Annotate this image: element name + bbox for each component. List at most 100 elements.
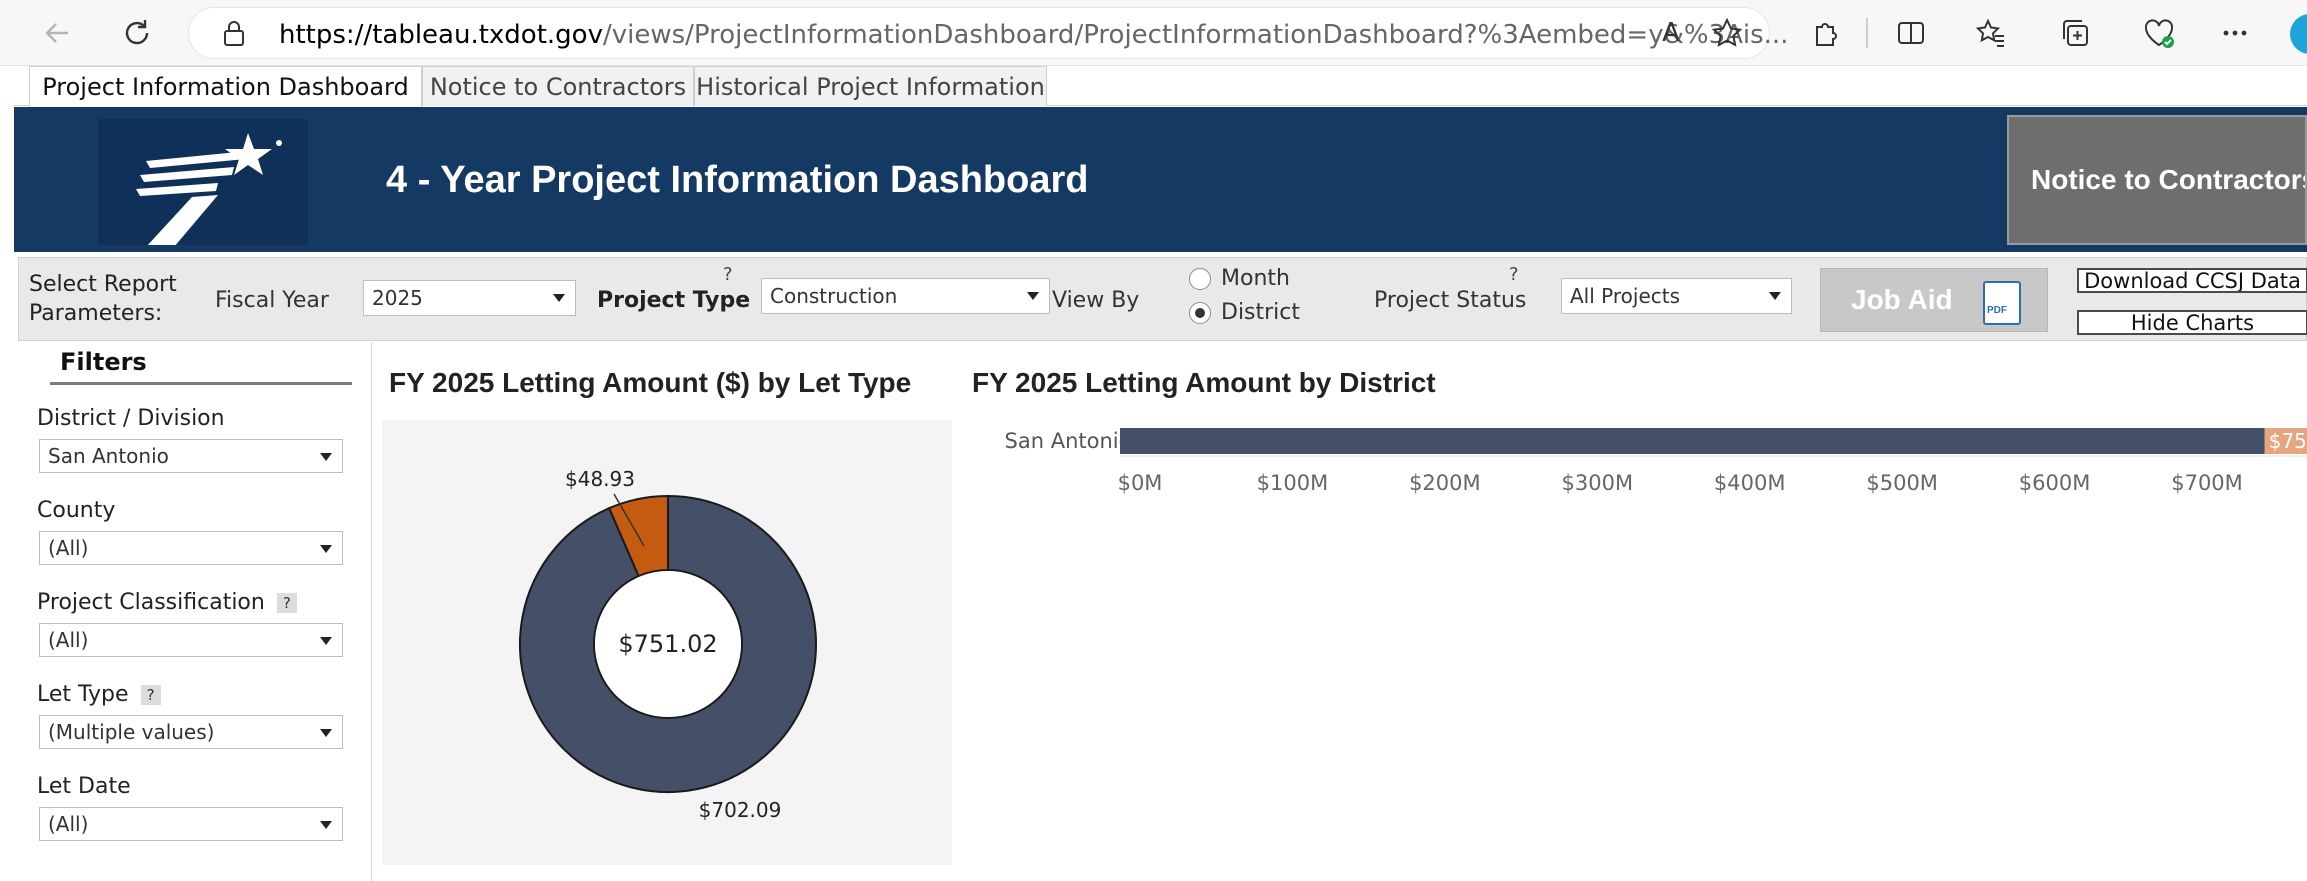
district-division-label: District / Division bbox=[37, 406, 225, 431]
let-date-select[interactable]: (All) bbox=[39, 807, 343, 841]
district-chart-title: FY 2025 Letting Amount by District bbox=[972, 367, 1436, 398]
toolbar-divider bbox=[1866, 18, 1868, 48]
fiscal-year-label: Fiscal Year bbox=[215, 288, 329, 313]
x-tick-label: $700M bbox=[2171, 471, 2243, 495]
let-type-label: Let Type bbox=[37, 682, 129, 707]
browser-toolbar: https://tableau.txdot.gov/views/ProjectI… bbox=[0, 0, 2307, 66]
url-path: /views/ProjectInformationDashboard/Proje… bbox=[602, 20, 1789, 50]
lock-icon[interactable] bbox=[221, 20, 247, 52]
let-date-label: Let Date bbox=[37, 774, 131, 799]
back-icon[interactable] bbox=[34, 10, 80, 56]
project-status-label: Project Status bbox=[1374, 288, 1527, 313]
project-type-label: Project Type bbox=[597, 288, 751, 313]
extensions-icon[interactable] bbox=[1804, 12, 1846, 54]
project-type-select[interactable]: Construction bbox=[761, 278, 1050, 314]
browser-essentials-icon[interactable] bbox=[2138, 12, 2180, 54]
donut-center-label: $751.02 bbox=[618, 630, 717, 658]
let-date-value: (All) bbox=[48, 812, 89, 836]
select-report-label-line2: Parameters: bbox=[29, 301, 163, 326]
tab-notice-to-contractors[interactable]: Notice to Contractors bbox=[422, 66, 694, 106]
x-tick-label: $200M bbox=[1409, 471, 1481, 495]
let-type-label-row: Let Type? bbox=[37, 682, 161, 707]
copilot-icon[interactable] bbox=[2290, 14, 2307, 54]
view-by-month-label[interactable]: Month bbox=[1221, 266, 1290, 291]
favorite-star-icon[interactable] bbox=[1706, 12, 1748, 54]
chevron-down-icon bbox=[553, 294, 565, 302]
chevron-down-icon bbox=[320, 821, 332, 829]
fiscal-year-select[interactable]: 2025 bbox=[363, 280, 576, 316]
project-status-select[interactable]: All Projects bbox=[1561, 278, 1792, 314]
job-aid-label: Job Aid bbox=[1851, 284, 1953, 315]
pdf-icon: PDF bbox=[1983, 281, 2021, 325]
url-domain: https://tableau.txdot.gov bbox=[279, 20, 603, 50]
tab-project-information-dashboard[interactable]: Project Information Dashboard bbox=[29, 66, 422, 107]
filters-panel: Filters District / Division San Antonio … bbox=[14, 342, 372, 881]
project-type-value: Construction bbox=[770, 284, 898, 308]
let-type-help-icon[interactable]: ? bbox=[140, 685, 161, 705]
let-type-select[interactable]: (Multiple values) bbox=[39, 715, 343, 749]
view-by-district-radio[interactable] bbox=[1189, 302, 1211, 324]
x-tick-label: $500M bbox=[1866, 471, 1938, 495]
page-title: 4 - Year Project Information Dashboard bbox=[386, 159, 1089, 201]
job-aid-button[interactable]: Job Aid PDF bbox=[1820, 268, 2048, 332]
district-division-select[interactable]: San Antonio bbox=[39, 439, 343, 473]
notice-to-contractors-button[interactable]: Notice to Contractors bbox=[2007, 115, 2307, 245]
let-type-value: (Multiple values) bbox=[48, 720, 215, 744]
project-classification-select[interactable]: (All) bbox=[39, 623, 343, 657]
url-text: https://tableau.txdot.gov/views/ProjectI… bbox=[279, 20, 1799, 50]
chevron-down-icon bbox=[320, 545, 332, 553]
fiscal-year-value: 2025 bbox=[372, 286, 423, 310]
x-tick-label: $400M bbox=[1714, 471, 1786, 495]
tab-historical-project-information[interactable]: Historical Project Information bbox=[694, 66, 1047, 106]
x-tick-label: $100M bbox=[1257, 471, 1329, 495]
district-bar[interactable] bbox=[1120, 428, 2265, 454]
chevron-down-icon bbox=[320, 729, 332, 737]
county-value: (All) bbox=[48, 536, 89, 560]
refresh-icon[interactable] bbox=[114, 10, 160, 56]
dashboard-tab-strip: Project Information Dashboard Notice to … bbox=[14, 66, 2307, 107]
project-classification-label-row: Project Classification? bbox=[37, 590, 297, 615]
donut-slice-label: $702.09 bbox=[699, 798, 782, 822]
chevron-down-icon bbox=[320, 453, 332, 461]
filters-title: Filters bbox=[60, 348, 147, 376]
view-by-district-label[interactable]: District bbox=[1221, 300, 1300, 325]
hide-charts-button[interactable]: Hide Charts bbox=[2077, 310, 2307, 335]
let-type-chart-title: FY 2025 Letting Amount ($) by Let Type bbox=[389, 367, 912, 398]
pdf-icon-text: PDF bbox=[1987, 305, 2007, 316]
chevron-down-icon bbox=[320, 637, 332, 645]
let-type-donut-chart: $751.02 $48.93 $702.09 bbox=[519, 467, 817, 822]
select-report-label-line1: Select Report bbox=[29, 272, 177, 297]
donut-slice-label: $48.93 bbox=[565, 467, 635, 491]
view-by-label: View By bbox=[1052, 288, 1140, 313]
chevron-down-icon bbox=[1027, 292, 1039, 300]
project-status-value: All Projects bbox=[1570, 284, 1680, 308]
county-label: County bbox=[37, 498, 116, 523]
x-tick-label: $600M bbox=[2019, 471, 2091, 495]
more-icon[interactable] bbox=[2214, 12, 2256, 54]
report-parameters-bar: Select Report Parameters: Fiscal Year 20… bbox=[18, 257, 2307, 341]
let-type-chart-panel: $751.02 $48.93 $702.09 bbox=[382, 420, 952, 865]
project-classification-value: (All) bbox=[48, 628, 89, 652]
district-bar-chart: San Antonio $751M $0M $100M $200M $300M $400M $… bbox=[1005, 428, 2307, 495]
dashboard-header: 4 - Year Project Information Dashboard N… bbox=[14, 107, 2307, 252]
project-type-help-icon[interactable]: ? bbox=[723, 264, 733, 285]
project-status-help-icon[interactable]: ? bbox=[1509, 264, 1519, 285]
x-tick-label: $0M bbox=[1118, 471, 1163, 495]
address-bar[interactable]: https://tableau.txdot.gov/views/ProjectI… bbox=[188, 7, 1788, 59]
read-aloud-icon[interactable]: A bbox=[1650, 12, 1692, 54]
collections-icon[interactable] bbox=[2054, 12, 2096, 54]
bar-value-label: $751M bbox=[2269, 429, 2307, 453]
chevron-down-icon bbox=[1769, 292, 1781, 300]
download-ccsj-data-button[interactable]: Download CCSJ Data bbox=[2077, 268, 2307, 293]
split-screen-icon[interactable] bbox=[1890, 12, 1932, 54]
county-select[interactable]: (All) bbox=[39, 531, 343, 565]
view-by-month-radio[interactable] bbox=[1189, 268, 1211, 290]
favorites-icon[interactable] bbox=[1970, 12, 2012, 54]
x-tick-label: $300M bbox=[1562, 471, 1634, 495]
read-aloud-glyph: A bbox=[1662, 18, 1680, 48]
district-division-value: San Antonio bbox=[48, 444, 169, 468]
project-classification-label: Project Classification bbox=[37, 590, 265, 615]
txdot-logo bbox=[98, 119, 308, 247]
filters-divider bbox=[50, 382, 352, 385]
project-classification-help-icon[interactable]: ? bbox=[276, 593, 297, 613]
